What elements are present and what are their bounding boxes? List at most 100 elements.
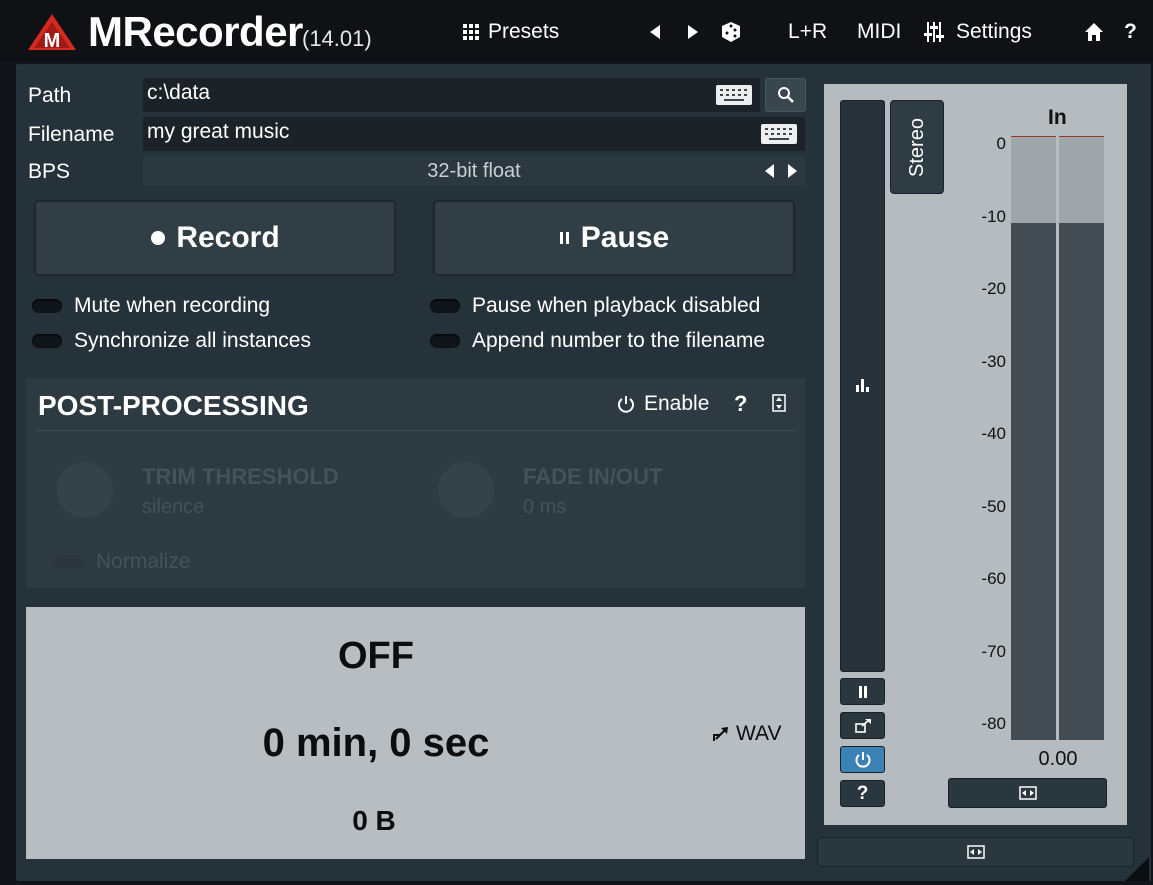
previous-preset-button[interactable]: [648, 16, 662, 48]
scale-label: -10: [981, 206, 1006, 226]
help-button[interactable]: ?: [1124, 16, 1137, 48]
meter-mode-strip[interactable]: [840, 100, 885, 672]
arrow-left-icon[interactable]: [763, 163, 775, 179]
meter-popout-button[interactable]: [840, 712, 885, 739]
append-number-toggle[interactable]: Append number to the filename: [430, 329, 765, 353]
synchronize-instances-toggle[interactable]: Synchronize all instances: [32, 329, 311, 353]
post-processing-title: POST-PROCESSING: [38, 390, 309, 421]
meter-pause-button[interactable]: [840, 678, 885, 705]
bars-icon: [856, 379, 869, 392]
meter-headroom: [1011, 136, 1056, 223]
pause-icon: [559, 232, 569, 244]
arrow-right-icon: [688, 25, 698, 39]
panel-expand-button[interactable]: [817, 837, 1134, 867]
scale-label: -60: [981, 569, 1006, 588]
recording-state: OFF: [338, 635, 414, 677]
format-label: WAV: [736, 722, 782, 745]
filename-label: Filename: [28, 123, 115, 146]
pause-icon: [858, 685, 867, 698]
melda-logo-icon: M: [28, 14, 76, 52]
filename-field[interactable]: my great music: [143, 117, 805, 151]
power-icon: [618, 396, 634, 413]
collapse-icon[interactable]: [772, 394, 786, 412]
toggle-switch[interactable]: [54, 555, 84, 569]
scale-label: -70: [981, 641, 1006, 661]
toggle-switch[interactable]: [430, 299, 460, 313]
record-button[interactable]: Record: [34, 200, 396, 276]
scale-label: -20: [981, 279, 1006, 298]
browse-path-button[interactable]: [765, 78, 806, 112]
pause-when-playback-disabled-label: Pause when playback disabled: [472, 294, 761, 317]
stereo-button[interactable]: Stereo: [890, 100, 944, 194]
expand-horizontal-icon: [1018, 786, 1037, 800]
toggle-switch[interactable]: [32, 299, 62, 313]
pause-label: Pause: [580, 221, 670, 254]
trim-threshold-value: silence: [142, 496, 205, 518]
power-icon: [855, 751, 870, 768]
format-button[interactable]: WAV: [712, 722, 782, 746]
export-arrow-icon: [713, 727, 728, 741]
path-field[interactable]: c:\data: [143, 78, 760, 112]
fade-in-out-value: 0 ms: [523, 496, 567, 518]
normalize-toggle[interactable]: Normalize: [54, 550, 191, 574]
peak-line: [1059, 136, 1104, 137]
mute-when-recording-toggle[interactable]: Mute when recording: [32, 294, 270, 318]
toggle-switch[interactable]: [430, 334, 460, 348]
bps-selector[interactable]: 32-bit float: [143, 156, 805, 186]
resize-grip[interactable]: [1125, 857, 1149, 881]
arrow-right-icon[interactable]: [787, 163, 799, 179]
scale-label: -40: [981, 424, 1006, 443]
meter-help-button[interactable]: ?: [840, 780, 885, 807]
path-value: c:\data: [147, 81, 211, 104]
keyboard-icon[interactable]: [716, 85, 752, 105]
scale-label: -30: [981, 351, 1006, 371]
randomize-button[interactable]: [720, 16, 742, 48]
pause-button[interactable]: Pause: [433, 200, 795, 276]
sliders-icon: [924, 22, 944, 42]
synchronize-instances-label: Synchronize all instances: [74, 329, 311, 352]
append-number-label: Append number to the filename: [472, 329, 766, 352]
filename-value: my great music: [147, 120, 290, 143]
fade-in-out-knob[interactable]: [438, 462, 494, 518]
keyboard-icon[interactable]: [761, 124, 797, 144]
search-icon: [777, 87, 794, 103]
channel-mode-button[interactable]: L+R: [788, 16, 827, 48]
trim-threshold-label: TRIM THRESHOLD: [142, 464, 339, 489]
home-button[interactable]: [1084, 16, 1104, 48]
mute-when-recording-label: Mute when recording: [74, 294, 271, 317]
enable-label: Enable: [644, 392, 710, 415]
meter-expand-button[interactable]: [948, 778, 1107, 808]
record-label: Record: [176, 221, 280, 254]
bps-label: BPS: [28, 160, 71, 183]
input-meter-right-bar: [1059, 136, 1104, 740]
svg-text:M: M: [44, 30, 61, 52]
input-meter-left-bar: [1011, 136, 1056, 740]
midi-button[interactable]: MIDI: [857, 16, 901, 48]
meter-power-button[interactable]: [840, 746, 885, 773]
trim-threshold-knob[interactable]: [57, 462, 113, 518]
recording-size: 0 B: [352, 805, 396, 836]
normalize-label: Normalize: [96, 550, 191, 573]
fade-in-out-label: FADE IN/OUT: [523, 464, 663, 489]
next-preset-button[interactable]: [686, 16, 700, 48]
divider: [36, 430, 797, 431]
post-processing-enable-button[interactable]: Enable: [616, 392, 709, 416]
toggle-switch[interactable]: [32, 334, 62, 348]
peak-line: [1011, 136, 1056, 137]
grid-icon: [463, 24, 479, 40]
presets-label: Presets: [488, 20, 560, 43]
meter-headroom: [1059, 136, 1104, 223]
app-version: (14.01): [302, 26, 372, 51]
popout-icon: [854, 718, 871, 733]
app-title: MRecorder: [88, 8, 303, 55]
header-bar: M MRecorder (14.01) Presets L+R MIDI Set…: [0, 0, 1153, 62]
presets-button[interactable]: Presets: [462, 16, 559, 48]
status-panel: OFF 0 min, 0 sec 0 B WAV: [26, 607, 805, 859]
pause-when-playback-disabled-toggle[interactable]: Pause when playback disabled: [430, 294, 760, 318]
post-processing-help-button[interactable]: ?: [734, 391, 747, 417]
record-dot-icon: [151, 231, 166, 245]
dice-icon: [722, 22, 740, 42]
settings-button[interactable]: Settings: [924, 16, 1032, 48]
scale-label: -80: [981, 714, 1006, 733]
expand-horizontal-icon: [966, 845, 985, 859]
